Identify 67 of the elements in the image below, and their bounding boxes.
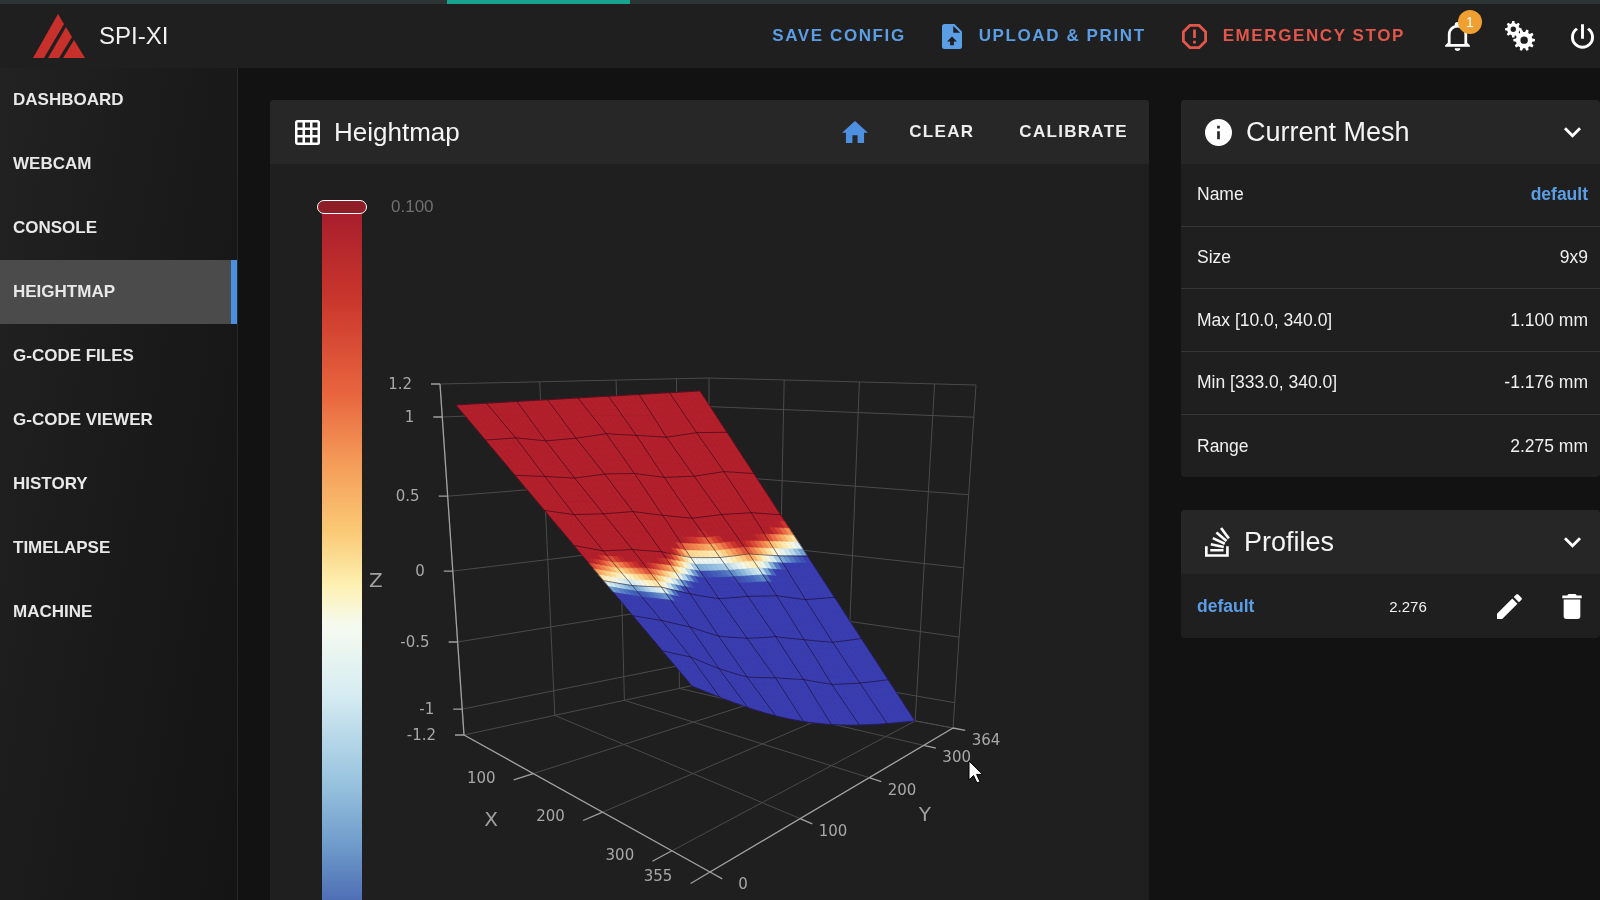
axis-tick-label: -0.5	[400, 632, 430, 651]
gears-icon	[1505, 21, 1535, 51]
property-value: -1.176 mm	[1504, 372, 1588, 394]
nav-item[interactable]: TIMELAPSE	[0, 516, 237, 580]
nav-item[interactable]: HISTORY	[0, 452, 237, 516]
card-title: Profiles	[1244, 526, 1335, 558]
tray-stack-icon	[1205, 527, 1230, 558]
grid-icon	[295, 119, 320, 145]
property-value: 2.275 mm	[1510, 435, 1588, 457]
emergency-stop-button[interactable]: EMERGENCY STOP	[1163, 14, 1423, 58]
property-value: 9x9	[1559, 247, 1588, 269]
nav-item[interactable]: HEIGHTMAP	[0, 260, 237, 324]
axis-tick-label: -1	[419, 700, 435, 719]
power-icon	[1570, 23, 1594, 49]
axis-tick-label: 1	[404, 408, 415, 426]
app-title: SPI-XI	[99, 22, 169, 50]
property-label: Name	[1197, 184, 1244, 206]
heightmap-surface[interactable]	[455, 390, 916, 726]
chevron-down-icon	[1563, 126, 1581, 138]
card-action-button[interactable]: CALIBRATE	[1002, 110, 1145, 154]
nav-item[interactable]: MACHINE	[0, 580, 237, 644]
alert-octagon-icon	[1181, 23, 1207, 49]
chevron-down-icon	[1563, 536, 1581, 548]
home-icon	[842, 121, 869, 143]
color-scale-value: 0.100	[391, 197, 434, 217]
axis-tick-label: 300	[942, 748, 971, 767]
notification-badge: 1	[1458, 10, 1482, 34]
color-scale-handle[interactable]	[317, 200, 367, 214]
axis-tick-label: 200	[536, 807, 565, 826]
axis-tick-label: 0	[738, 875, 748, 893]
logo-icon	[33, 14, 85, 58]
axis-tick-label: 200	[887, 780, 917, 799]
pencil-icon	[1496, 593, 1522, 619]
property-label: Size	[1197, 247, 1232, 269]
card-title: Heightmap	[334, 116, 460, 148]
profile-link[interactable]: default	[1197, 595, 1255, 617]
upload-print-button[interactable]: UPLOAD & PRINT	[923, 14, 1164, 58]
axis-tick-label: -1.2	[406, 726, 436, 744]
nav-item[interactable]: CONSOLE	[0, 196, 237, 260]
save-config-button[interactable]: SAVE CONFIG	[754, 14, 924, 58]
axis-tick-label: 0.5	[395, 487, 420, 506]
nav-item[interactable]: G-CODE VIEWER	[0, 388, 237, 452]
property-link[interactable]: default	[1530, 184, 1588, 206]
file-upload-icon	[941, 23, 962, 49]
nav-item[interactable]: DASHBOARD	[0, 68, 237, 132]
axis-tick-label: 300	[605, 845, 635, 864]
trash-icon	[1562, 593, 1582, 619]
nav-item[interactable]: WEBCAM	[0, 132, 237, 196]
axis-tick-label: 364	[971, 731, 1001, 749]
axis-tick-label: 100	[818, 821, 848, 840]
nav-item[interactable]: G-CODE FILES	[0, 324, 237, 388]
property-label: Range	[1197, 435, 1249, 457]
card-title: Current Mesh	[1246, 116, 1410, 148]
axis-tick-label: 100	[467, 768, 496, 787]
card-action-button[interactable]: CLEAR	[892, 110, 992, 154]
info-icon	[1205, 118, 1232, 146]
axis-title: X	[484, 806, 498, 831]
axis-title: Z	[368, 568, 383, 593]
axis-tick-label: 355	[643, 867, 673, 885]
property-value: 1.100 mm	[1510, 309, 1588, 331]
profile-range: 2.276	[1388, 597, 1428, 615]
axis-tick-label: 1.2	[388, 375, 412, 393]
property-label: Min [333.0, 340.0]	[1197, 372, 1338, 394]
cursor-icon	[968, 760, 984, 784]
axis-title: Y	[918, 802, 931, 827]
property-label: Max [10.0, 340.0]	[1197, 309, 1333, 331]
axis-tick-label: 0	[415, 562, 425, 581]
